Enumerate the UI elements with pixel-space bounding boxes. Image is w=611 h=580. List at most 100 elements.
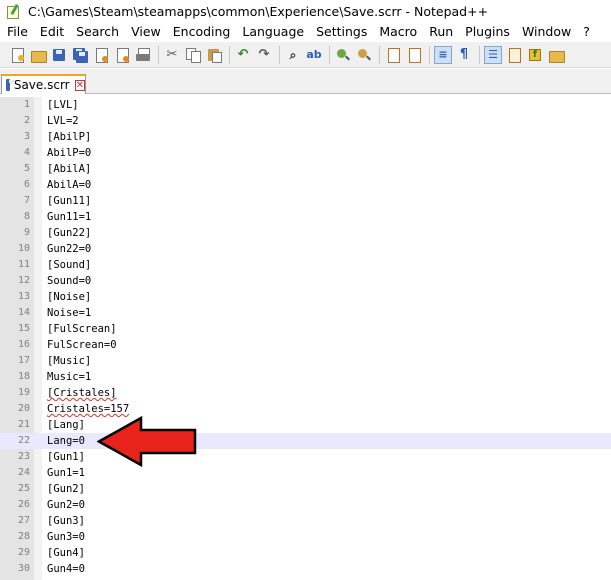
editor-line[interactable]: 14 Noise=1	[0, 305, 611, 321]
menu-window[interactable]: Window	[516, 22, 577, 42]
editor-line[interactable]: 28 Gun3=0	[0, 529, 611, 545]
menu-help[interactable]: ?	[577, 22, 596, 42]
line-number: 3	[23, 131, 30, 142]
doc-map-icon[interactable]	[506, 47, 522, 63]
editor-line[interactable]: 25 [Gun2]	[0, 481, 611, 497]
editor-line[interactable]: 4 AbilP=0	[0, 145, 611, 161]
line-number: 23	[17, 451, 30, 462]
save-icon[interactable]	[51, 47, 67, 63]
editor-line[interactable]: 1 [LVL]	[0, 97, 611, 113]
line-number: 27	[17, 515, 30, 526]
line-number: 8	[23, 211, 30, 222]
function-list-icon[interactable]: f	[527, 47, 543, 63]
line-number: 24	[17, 467, 30, 478]
editor-line[interactable]: 3 [AbilP]	[0, 129, 611, 145]
editor-line[interactable]: 20 Cristales=157	[0, 401, 611, 417]
replace-icon[interactable]: ab	[306, 47, 322, 63]
editor-line[interactable]: 8 Gun11=1	[0, 209, 611, 225]
arrow-shape	[97, 416, 197, 467]
editor-line[interactable]: 2 LVL=2	[0, 113, 611, 129]
editor-line[interactable]: 26 Gun2=0	[0, 497, 611, 513]
folder-as-workspace-icon[interactable]	[548, 47, 565, 63]
menu-view[interactable]: View	[125, 22, 167, 42]
menu-edit[interactable]: Edit	[34, 22, 70, 42]
line-text: FulScrean=0	[47, 339, 117, 351]
editor-line[interactable]: 7 [Gun11]	[0, 193, 611, 209]
sync-vertical-icon[interactable]	[385, 47, 401, 63]
open-folder-icon[interactable]	[30, 47, 47, 63]
paste-icon[interactable]	[206, 47, 222, 63]
line-number: 1	[23, 99, 30, 110]
line-text: Gun1=1	[47, 467, 85, 479]
editor-line[interactable]: 17 [Music]	[0, 353, 611, 369]
editor-area[interactable]: 1 [LVL] 2 LVL=2 3 [AbilP] 4 AbilP=0 5 [AbilA]…	[0, 97, 611, 580]
line-text: Sound=0	[47, 275, 92, 287]
new-file-icon[interactable]	[9, 47, 25, 63]
line-text: AbilP=0	[47, 147, 92, 159]
menu-file[interactable]: File	[0, 22, 34, 42]
line-number: 2	[23, 115, 30, 126]
cut-icon[interactable]: ✂	[164, 47, 180, 63]
editor-line[interactable]: 16 FulScrean=0	[0, 337, 611, 353]
line-number: 26	[17, 499, 30, 510]
print-icon[interactable]	[135, 47, 151, 63]
line-number: 20	[17, 403, 30, 414]
menu-macro[interactable]: Macro	[373, 22, 423, 42]
line-text: [Music]	[47, 355, 92, 367]
zoom-out-icon[interactable]	[356, 47, 372, 63]
zoom-in-icon[interactable]	[335, 47, 351, 63]
line-number: 11	[17, 259, 30, 270]
line-text: AbilA=0	[47, 179, 92, 191]
line-number: 10	[17, 243, 30, 254]
menu-run[interactable]: Run	[423, 22, 459, 42]
close-icon[interactable]	[93, 47, 109, 63]
editor-line[interactable]: 13 [Noise]	[0, 289, 611, 305]
line-number: 12	[17, 275, 30, 286]
editor-line[interactable]: 19 [Cristales]	[0, 385, 611, 401]
line-text: [FulScrean]	[47, 323, 117, 335]
sync-horizontal-icon[interactable]	[406, 47, 422, 63]
editor-line[interactable]: 11 [Sound]	[0, 257, 611, 273]
editor-line[interactable]: 29 [Gun4]	[0, 545, 611, 561]
close-all-icon[interactable]	[114, 47, 130, 63]
redo-icon[interactable]: ↷	[256, 47, 272, 63]
show-all-chars-icon[interactable]: ¶	[456, 47, 472, 63]
line-number: 5	[23, 163, 30, 174]
editor-line[interactable]: 21 [Lang]	[0, 417, 611, 433]
editor-line-current[interactable]: 22 Lang=0	[0, 433, 611, 449]
editor-line[interactable]: 27 [Gun3]	[0, 513, 611, 529]
tab-label: Save.scrr	[13, 78, 70, 92]
menu-plugins[interactable]: Plugins	[459, 22, 516, 42]
line-number: 25	[17, 483, 30, 494]
menu-settings[interactable]: Settings	[310, 22, 373, 42]
line-text: Gun4=0	[47, 563, 85, 575]
line-text: [Gun11]	[47, 195, 92, 207]
editor-line[interactable]: 30 Gun4=0	[0, 561, 611, 577]
line-text: [LVL]	[47, 99, 79, 111]
copy-icon[interactable]	[185, 47, 201, 63]
editor-line[interactable]: 23 [Gun1]	[0, 449, 611, 465]
save-all-icon[interactable]	[72, 47, 88, 63]
line-number: 15	[17, 323, 30, 334]
line-text: Music=1	[47, 371, 92, 383]
editor-line[interactable]: 9 [Gun22]	[0, 225, 611, 241]
line-number: 4	[23, 147, 30, 158]
close-tab-icon[interactable]: ✕	[74, 79, 85, 91]
word-wrap-icon[interactable]: ≡	[434, 45, 452, 64]
menu-language[interactable]: Language	[236, 22, 310, 42]
editor-line[interactable]: 18 Music=1	[0, 369, 611, 385]
tab-save-scrr[interactable]: Save.scrr ✕	[1, 74, 86, 94]
tab-bar: Save.scrr ✕	[0, 69, 611, 94]
editor-line[interactable]: 5 [AbilA]	[0, 161, 611, 177]
editor-line[interactable]: 6 AbilA=0	[0, 177, 611, 193]
editor-line[interactable]: 24 Gun1=1	[0, 465, 611, 481]
menu-encoding[interactable]: Encoding	[167, 22, 237, 42]
editor-line[interactable]: 12 Sound=0	[0, 273, 611, 289]
undo-icon[interactable]: ↶	[235, 47, 251, 63]
editor-line[interactable]: 15 [FulScrean]	[0, 321, 611, 337]
toolbar-separator	[379, 45, 380, 64]
find-icon[interactable]: ⌕	[285, 47, 301, 63]
menu-search[interactable]: Search	[70, 22, 125, 42]
editor-line[interactable]: 10 Gun22=0	[0, 241, 611, 257]
indent-guide-icon[interactable]: ☰	[484, 45, 502, 64]
